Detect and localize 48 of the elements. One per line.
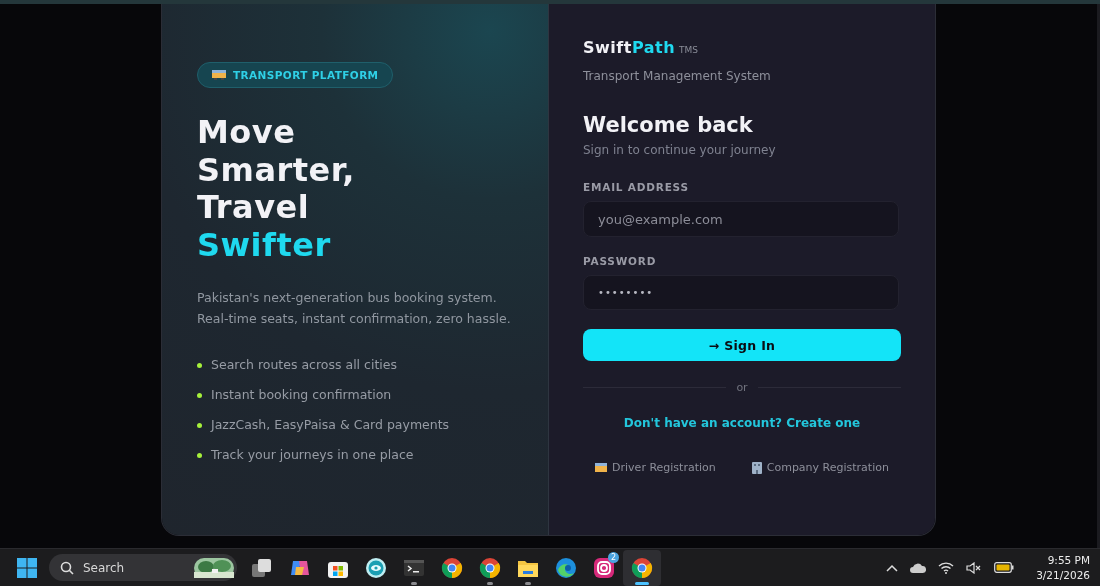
login-subtitle: Sign in to continue your journey [583,143,776,157]
eye-icon[interactable] [365,556,387,579]
bullet-dot [197,362,202,368]
sign-in-button[interactable]: → Sign In [583,329,901,361]
task-view-icon[interactable] [251,556,273,579]
cloud-icon[interactable] [910,562,927,573]
chrome-icon[interactable] [479,556,501,579]
running-indicator [635,581,649,585]
chrome-icon[interactable] [441,556,463,579]
input-field[interactable]: •••••••• [583,275,899,310]
running-indicator [525,581,531,585]
headline: Move Smarter, Travel Swifter [197,114,355,264]
divider-label: or [736,381,748,394]
badge-label: TRANSPORT PLATFORM [233,69,379,81]
running-indicator [487,581,493,585]
battery-icon[interactable] [994,562,1015,573]
clock[interactable]: 9:55 PM 3/21/2026 [1036,552,1090,583]
bullet-dot [197,392,202,398]
feature-text: Instant booking confirmation [211,386,392,404]
bullet-dot [197,452,202,458]
start-icon[interactable] [17,557,37,578]
building-icon [751,461,762,474]
logo-text: SwiftPath [583,38,676,57]
search-icon [60,560,74,575]
running-indicator [411,581,417,585]
notification-badge: 2 [607,551,619,563]
bus-icon [595,463,608,472]
chrome-icon[interactable] [631,556,653,579]
chevron-up-icon[interactable] [886,563,899,572]
field-label: PASSWORD [583,255,658,267]
muted-speaker-icon[interactable] [966,561,983,574]
bullet-dot [197,422,202,428]
edge-icon[interactable] [555,556,577,579]
create-account-link[interactable]: Don't have an account? Create one [623,416,861,430]
bus-icon [212,70,226,80]
logo-suffix: TMS [679,45,699,55]
login-title: Welcome back [583,113,753,137]
tagline: Transport Management System [583,69,771,83]
feature-text: JazzCash, EasyPaisa & Card payments [211,416,450,434]
field-label: EMAIL ADDRESS [583,181,690,193]
input-field[interactable]: you@example.com [583,201,899,237]
registration-link[interactable]: Company Registration [751,461,889,474]
registration-link[interactable]: Driver Registration [595,461,716,474]
feature-text: Track your journeys in one place [211,446,414,464]
taskbar-search-field[interactable]: Search [49,554,237,581]
description: Pakistan's next-generation bus booking system. Real-time seats, instant confirmation, zero hassle. [197,289,512,328]
feature-text: Search routes across all cities [211,356,397,374]
wifi-icon[interactable] [938,561,955,574]
